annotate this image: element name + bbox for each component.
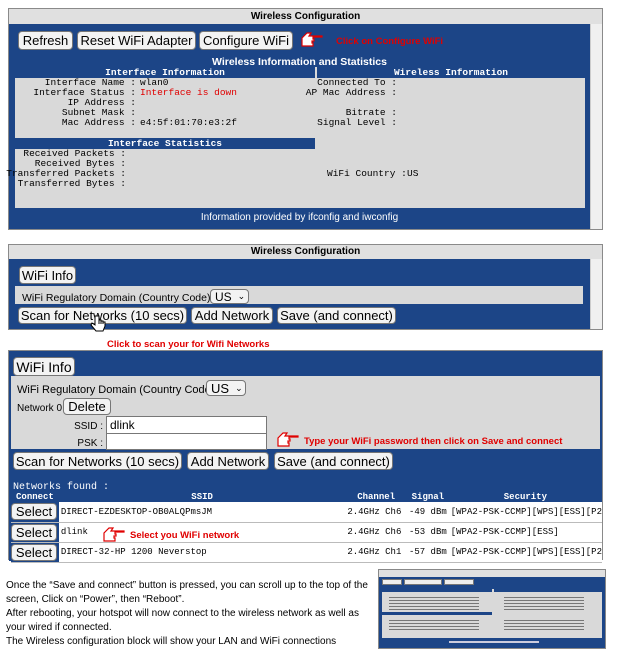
instruction-line: screen, Click on “Power”, then “Reboot”. — [6, 594, 185, 605]
cell-security: [WPA2-PSK-CCMP][ESS] — [448, 522, 602, 543]
chevron-down-icon: ⌄ — [237, 291, 246, 301]
wireless-config-panel-1: Wireless Configuration Refresh Reset WiF… — [6, 8, 603, 230]
column-header: SSID — [58, 492, 346, 502]
ssid-label: SSID : — [74, 421, 103, 432]
wifi-country-value: US — [407, 168, 419, 179]
scan-hint: Click to scan your for Wifi Networks — [107, 339, 270, 350]
select-network-button[interactable]: Select — [11, 503, 57, 521]
save-connect-button[interactable]: Save (and connect) — [277, 307, 396, 324]
regdomain-label: WiFi Regulatory Domain (Country Code) : — [22, 292, 217, 304]
country-select[interactable]: US ⌄ — [206, 380, 246, 396]
select-network-button[interactable]: Select — [11, 543, 57, 561]
configure-wifi-button[interactable]: Configure WiFi — [199, 31, 293, 50]
cell-channel: 2.4GHz Ch6 — [345, 502, 407, 523]
wireless-info-label: Signal Level : — [317, 117, 397, 128]
tab-wifi-info[interactable]: WiFi Info — [19, 266, 76, 284]
interface-info-value: Interface is down — [140, 87, 237, 98]
wireless-config-panel-2: Wireless Configuration WiFi Info WiFi Re… — [8, 244, 603, 332]
tab-wifi-info[interactable]: WiFi Info — [13, 357, 75, 376]
select-network-button[interactable]: Select — [11, 523, 57, 541]
cell-security: [WPA2-PSK-CCMP][WPS][ESS][P2 — [448, 502, 602, 523]
country-select-value: US — [215, 289, 232, 304]
country-select[interactable]: US ⌄ — [210, 289, 249, 304]
cell-security: [WPA2-PSK-CCMP][WPS][ESS][P2 — [448, 542, 602, 563]
pointing-hand-icon — [301, 32, 323, 47]
ssid-field[interactable]: dlink — [106, 416, 267, 434]
panel-title: Wireless Configuration — [9, 245, 602, 259]
configuration-thumbnail — [378, 569, 606, 649]
reset-wifi-adapter-button[interactable]: Reset WiFi Adapter — [77, 31, 196, 50]
psk-label: PSK : — [77, 438, 103, 449]
scrollbar[interactable] — [590, 24, 602, 229]
add-network-button[interactable]: Add Network — [187, 452, 269, 470]
chevron-down-icon: ⌄ — [235, 382, 243, 393]
configure-hint: Click on Configure WiFi — [336, 36, 444, 47]
cell-signal: -53 dBm — [406, 522, 449, 543]
column-header: Signal — [406, 492, 449, 502]
wireless-info-label: AP Mac Address : — [305, 87, 397, 98]
column-header: Channel — [345, 492, 407, 502]
psk-field[interactable] — [106, 433, 267, 450]
table-row: Select dlink 2.4GHz Ch6 -53 dBm [WPA2-PSK-CC… — [11, 522, 602, 543]
regdomain-label: WiFi Regulatory Domain (Country Code) : — [17, 384, 221, 396]
table-row: Select DIRECT-EZDESKTOP-OB0ALQPmsJM 2.4GHz… — [11, 502, 602, 523]
column-header: Security — [448, 492, 602, 502]
cell-ssid: DIRECT-EZDESKTOP-OB0ALQPmsJM — [58, 502, 346, 523]
instruction-line: your wired if connected. — [6, 622, 112, 633]
column-header: Connect — [11, 492, 59, 502]
cell-ssid: DIRECT-32-HP 1200 Neverstop — [58, 542, 346, 563]
panel-footer: Information provided by ifconfig and iwc… — [200, 212, 399, 223]
select-hint: Select you WiFi network — [130, 530, 240, 541]
connect-cell: Select — [11, 502, 59, 523]
country-select-value: US — [211, 380, 230, 396]
connect-cell: Select — [11, 522, 59, 543]
interface-info-label: Mac Address : — [61, 117, 136, 128]
interface-info-value: e4:5f:01:70:e3:2f — [140, 117, 237, 128]
instruction-line: After rebooting, your hotspot will now c… — [6, 608, 359, 619]
connect-cell: Select — [11, 542, 59, 563]
table-row: Select DIRECT-32-HP 1200 Neverstop 2.4GHz … — [11, 542, 602, 563]
scrollbar[interactable] — [590, 259, 602, 329]
wireless-config-panel-3: WiFi Info WiFi Regulatory Domain (Countr… — [8, 350, 603, 563]
save-connect-button[interactable]: Save (and connect) — [274, 452, 393, 470]
instruction-line: Once the “Save and connect” button is pr… — [6, 580, 368, 591]
pointing-hand-icon — [277, 432, 299, 447]
psk-hint: Type your WiFi password then click on Sa… — [304, 436, 563, 447]
cell-channel: 2.4GHz Ch1 — [345, 542, 407, 563]
panel-title: Wireless Configuration — [9, 9, 602, 24]
cursor-hand-icon — [90, 315, 106, 332]
networks-table: Connect SSID Channel Signal Security Select D… — [11, 492, 602, 563]
pointing-hand-icon — [103, 527, 125, 542]
scan-networks-button[interactable]: Scan for Networks (10 secs) — [13, 452, 182, 470]
wifi-country-label: WiFi Country : — [327, 168, 407, 179]
instruction-line: The Wireless configuration block will sh… — [6, 636, 337, 647]
interface-stats-label: Transferred Bytes : — [17, 178, 126, 189]
cell-channel: 2.4GHz Ch6 — [345, 522, 407, 543]
add-network-button[interactable]: Add Network — [191, 307, 273, 324]
cell-signal: -49 dBm — [406, 502, 449, 523]
instructions-text: Once the “Save and connect” button is pr… — [6, 579, 378, 649]
network-label: Network 0 — [17, 403, 63, 414]
cell-signal: -57 dBm — [406, 542, 449, 563]
delete-network-button[interactable]: Delete — [63, 398, 111, 415]
refresh-button[interactable]: Refresh — [18, 31, 73, 50]
